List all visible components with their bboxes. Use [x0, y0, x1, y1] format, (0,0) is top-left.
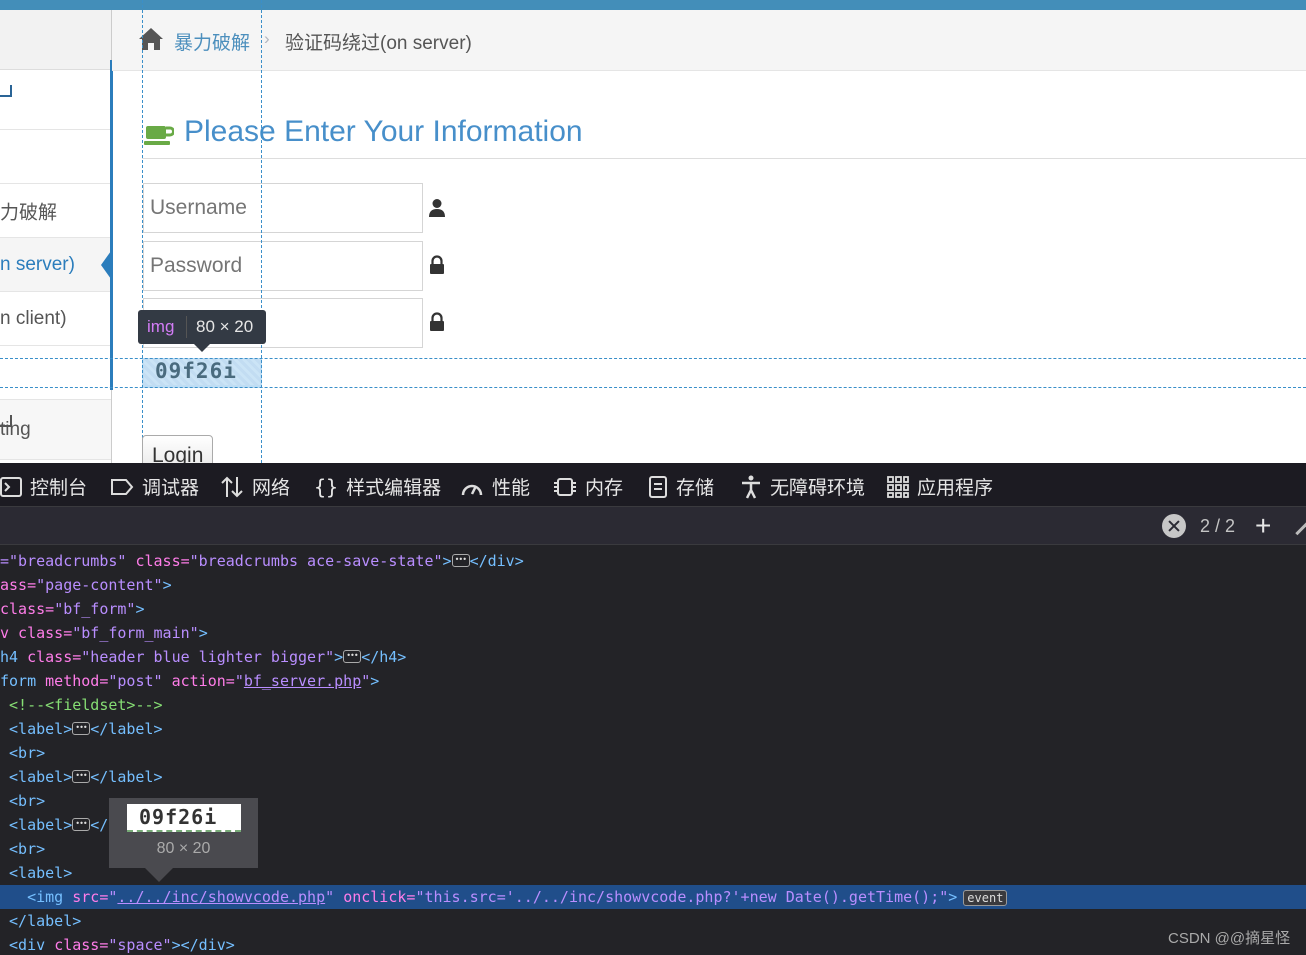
tab-label: 网络 [252, 478, 291, 499]
sidebar-item-token[interactable] [0, 346, 111, 400]
chevron-down-icon [0, 84, 12, 97]
tooltip-arrow [194, 344, 210, 352]
page: 力破解 n server) n client) ting 暴力破解 › 验证码绕… [0, 0, 1306, 955]
breadcrumb-link[interactable]: 暴力破解 [174, 28, 250, 55]
breadcrumb-current: 验证码绕过(on server) [285, 33, 472, 54]
sidebar-item-vcode-client[interactable]: n client) [0, 292, 111, 346]
tab-accessibility[interactable]: 无障碍环境 [740, 473, 865, 499]
network-icon [221, 476, 243, 497]
captcha-preview-image: 09f26i [127, 804, 241, 832]
captcha-image[interactable]: 09f26i [144, 359, 260, 385]
chevron-down-icon [0, 414, 12, 427]
tab-network[interactable]: 网络 [220, 473, 290, 499]
memory-icon [554, 477, 576, 496]
sidebar-item-label: 力破解 [0, 202, 58, 223]
username-input[interactable] [143, 183, 423, 233]
storage-icon [649, 475, 667, 498]
sidebar-item-label: n server) [0, 253, 75, 275]
collapsed-node-icon[interactable] [72, 764, 91, 788]
tab-application[interactable]: 应用程序 [887, 473, 993, 499]
markup-line[interactable]: form method="post" action="bf_server.php… [0, 669, 1306, 693]
top-navbar [0, 0, 1306, 10]
sidebar-shortcuts [0, 10, 111, 70]
page-title: Please Enter Your Information [184, 115, 583, 148]
user-icon [429, 199, 445, 217]
sidebar-subheader [0, 130, 111, 184]
style-editor-icon: {} [314, 474, 339, 499]
coffee-icon [144, 126, 174, 145]
tab-memory[interactable]: 内存 [553, 473, 623, 499]
tab-label: 存储 [676, 478, 715, 499]
inspector-search-bar: 2 / 2 + [0, 507, 1306, 545]
tooltip-tag: img [147, 317, 175, 336]
tab-label: 应用程序 [917, 478, 994, 499]
breadcrumb: 暴力破解 › 验证码绕过(on server) [112, 10, 1306, 71]
inspector-guide-line [0, 387, 1306, 388]
sidebar-item-bruteforce[interactable]: 力破解 [0, 184, 111, 238]
sidebar-item-collapsible[interactable] [0, 70, 111, 130]
collapsed-node-icon[interactable] [451, 548, 470, 572]
markup-line[interactable]: <label></label> [0, 716, 1306, 741]
tooltip-divider [186, 316, 187, 338]
tab-label: 内存 [585, 478, 624, 499]
sidebar-active-line [110, 60, 113, 390]
debugger-icon [111, 478, 134, 495]
markup-line[interactable]: </label> [0, 909, 1306, 933]
sidebar: 力破解 n server) n client) ting [0, 10, 112, 463]
event-badge[interactable]: event [963, 889, 1008, 906]
pick-icon[interactable] [1295, 521, 1306, 536]
inspector-guide-line [261, 0, 262, 463]
tab-style-editor[interactable]: {} 样式编辑器 [314, 473, 442, 500]
tab-label: 样式编辑器 [346, 478, 442, 499]
inspector-guide-line [0, 358, 1306, 359]
preview-arrow [145, 868, 173, 882]
sidebar-item-label: n client) [0, 307, 67, 329]
markup-line[interactable]: v class="bf_form_main"> [0, 621, 1306, 645]
image-preview-tooltip: 09f26i 80 × 20 [109, 798, 258, 868]
collapsed-node-icon[interactable] [72, 812, 91, 836]
tab-label: 调试器 [142, 478, 200, 499]
tooltip-size: 80 × 20 [196, 317, 254, 336]
lock-icon [430, 255, 444, 274]
sidebar-item-vcode-server[interactable]: n server) [0, 238, 111, 292]
accessibility-icon [742, 475, 760, 499]
markup-line[interactable]: <div class="space"></div> [0, 933, 1306, 955]
preview-size: 80 × 20 [156, 840, 211, 857]
tab-performance[interactable]: 性能 [460, 473, 530, 499]
tab-storage[interactable]: 存储 [648, 473, 714, 499]
markup-line[interactable]: ="breadcrumbs" class="breadcrumbs ace-sa… [0, 548, 1306, 573]
search-match-count: 2 / 2 [1200, 516, 1236, 536]
inspector-tooltip: img 80 × 20 [138, 310, 266, 352]
password-input[interactable] [143, 241, 423, 291]
tab-label: 无障碍环境 [770, 478, 866, 499]
tab-debugger[interactable]: 调试器 [110, 473, 199, 499]
lock-icon [430, 312, 444, 331]
markup-line-selected[interactable]: <img src="../../inc/showvcode.php" oncli… [0, 885, 1306, 909]
inspector-guide-line [142, 0, 143, 463]
devtools-toolbar: 控制台 调试器 网络 {} 样式编辑器 性能 内存 存储 无障碍环境 应用程序 [0, 463, 1306, 507]
markup-line[interactable]: <!--<fieldset>--> [0, 693, 1306, 717]
add-node-icon[interactable]: + [1255, 512, 1271, 540]
sidebar-item-scripting[interactable]: ting [0, 400, 111, 460]
clear-search-icon[interactable] [1162, 514, 1186, 538]
console-icon [0, 476, 22, 497]
collapsed-node-icon[interactable] [343, 644, 362, 668]
breadcrumb-separator: › [264, 29, 270, 48]
application-icon [887, 475, 909, 498]
markup-line[interactable]: <br> [0, 741, 1306, 765]
performance-icon [461, 484, 483, 495]
markup-line[interactable]: <label></label> [0, 764, 1306, 789]
collapsed-node-icon[interactable] [72, 716, 91, 740]
watermark: CSDN @@摘星怪 [1168, 930, 1291, 947]
tab-label: 控制台 [30, 478, 88, 499]
form-header: Please Enter Your Information [142, 112, 1306, 159]
markup-line[interactable]: ass="page-content"> [0, 573, 1306, 597]
markup-line[interactable]: class="bf_form"> [0, 597, 1306, 621]
markup-line[interactable]: h4 class="header blue lighter bigger"></… [0, 644, 1306, 669]
tab-console[interactable]: 控制台 [0, 473, 87, 499]
tab-label: 性能 [492, 478, 531, 499]
